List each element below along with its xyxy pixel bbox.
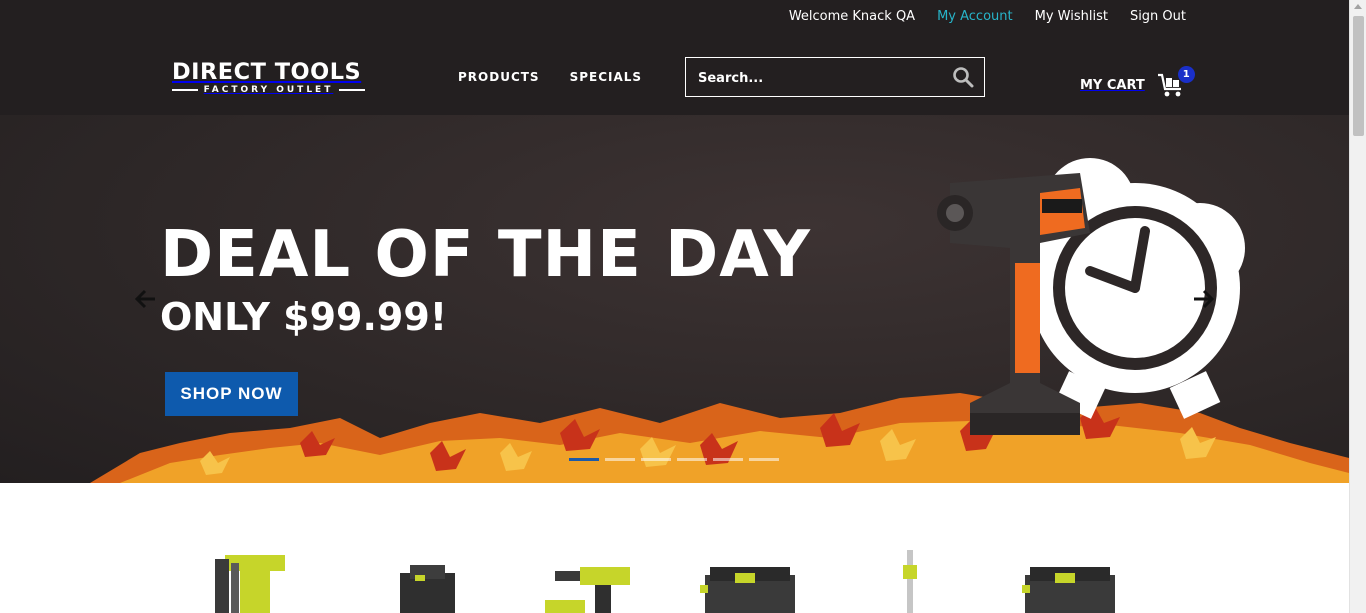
search-icon [953,67,974,88]
scroll-up-arrow-icon[interactable] [1354,4,1362,9]
carousel-dot[interactable] [749,458,779,461]
carousel-dot[interactable] [605,458,635,461]
search-button[interactable] [952,66,974,88]
carousel-dot[interactable] [569,458,599,461]
site-header: Welcome Knack QA My Account My Wishlist … [0,0,1349,115]
arrow-right-icon [1194,289,1215,309]
cart-count-badge: 1 [1177,66,1195,83]
cart-icon: 1 [1157,66,1195,98]
shop-now-button[interactable]: SHOP NOW [165,372,298,416]
mini-cart[interactable]: MY CART 1 [1080,66,1195,98]
featured-products [195,545,1145,613]
page-scrollbar[interactable] [1349,0,1366,613]
cart-label: MY CART [1080,77,1145,93]
wet-dry-vac-icon [1022,567,1115,613]
product-tile[interactable] [690,545,810,613]
product-tile[interactable] [195,545,315,613]
my-account-link[interactable]: My Account [937,9,1013,24]
nailer-icon [215,555,285,613]
logo-tagline: FACTORY OUTLET [203,85,334,95]
welcome-text: Welcome Knack QA [788,9,916,24]
arrow-left-icon [134,289,155,309]
wet-dry-vac-icon [700,567,795,613]
product-tile[interactable] [1020,545,1140,613]
logo-rule [172,89,198,91]
hero-title: DEAL OF THE DAY [160,218,811,292]
sign-out-link[interactable]: Sign Out [1130,9,1186,24]
page: Welcome Knack QA My Account My Wishlist … [0,0,1366,613]
battery-icon [400,565,455,613]
account-bar: Welcome Knack QA My Account My Wishlist … [789,9,1186,24]
product-tile[interactable] [525,545,645,613]
carousel-prev-button[interactable] [134,287,158,311]
search-box [685,57,985,97]
carousel-dot[interactable] [713,458,743,461]
main-nav: PRODUCTS SPECIALS [458,70,642,84]
nav-specials[interactable]: SPECIALS [570,70,642,84]
nav-products[interactable]: PRODUCTS [458,70,540,84]
drill-kit-icon [545,567,630,613]
carousel-dot[interactable] [641,458,671,461]
product-tile[interactable] [855,545,975,613]
carousel-dot[interactable] [677,458,707,461]
logo-tagline-row: FACTORY OUTLET [172,85,365,95]
hero-carousel: DEAL OF THE DAY ONLY $99.99! SHOP NOW [0,115,1349,483]
logo-rule [339,89,365,91]
site-logo[interactable]: DIRECT TOOLS FACTORY OUTLET [172,62,365,96]
product-tile[interactable] [360,545,480,613]
hero-price: ONLY $99.99! [160,295,448,339]
string-trimmer-icon [903,550,917,613]
carousel-next-button[interactable] [1191,287,1215,311]
carousel-indicators [569,458,779,461]
search-input[interactable] [698,68,938,88]
my-wishlist-link[interactable]: My Wishlist [1035,9,1108,24]
logo-wordmark: DIRECT TOOLS [172,60,362,85]
scrollbar-thumb[interactable] [1353,16,1364,136]
